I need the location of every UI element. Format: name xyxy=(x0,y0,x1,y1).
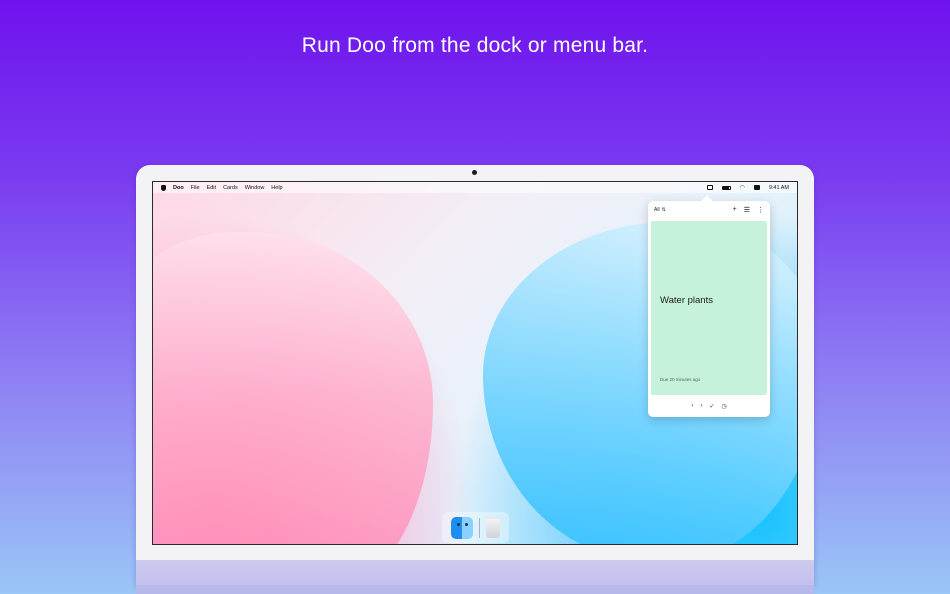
laptop-base xyxy=(136,560,814,594)
more-icon[interactable]: ⋮ xyxy=(757,206,764,214)
chevron-left-icon[interactable]: ‹ xyxy=(691,403,693,409)
trash-icon[interactable] xyxy=(484,516,502,538)
menu-bar: Doo File Edit Cards Window Help ◠ 9:41 A… xyxy=(153,182,797,193)
card-title: Water plants xyxy=(660,295,713,306)
menu-app-name[interactable]: Doo xyxy=(173,185,184,191)
battery-icon[interactable] xyxy=(721,185,731,190)
apple-icon[interactable] xyxy=(161,184,166,191)
dock-separator xyxy=(479,517,480,538)
up-down-chevron-icon: ⇅ xyxy=(661,207,666,213)
camera-icon xyxy=(472,170,477,175)
chevron-right-icon[interactable]: › xyxy=(700,403,702,409)
list-icon[interactable]: ☰ xyxy=(744,206,750,214)
popover-header: All ⇅ + ☰ ⋮ xyxy=(648,201,770,219)
menu-item-edit[interactable]: Edit xyxy=(207,185,216,191)
wallpaper-shape-pink xyxy=(153,232,433,544)
menu-item-cards[interactable]: Cards xyxy=(223,185,238,191)
popover-footer: ‹ › ✓ ◷ xyxy=(648,399,770,413)
doo-popover: All ⇅ + ☰ ⋮ Water plants Due 20 minutes … xyxy=(648,201,770,417)
filter-select[interactable]: All ⇅ xyxy=(654,207,666,213)
task-card[interactable]: Water plants Due 20 minutes ago xyxy=(651,221,767,395)
filter-label: All xyxy=(654,207,660,213)
menu-item-file[interactable]: File xyxy=(191,185,200,191)
finder-icon[interactable] xyxy=(451,516,473,539)
dock xyxy=(442,512,509,543)
wifi-icon[interactable]: ◠ xyxy=(740,185,745,191)
headline: Run Doo from the dock or menu bar. xyxy=(301,34,649,57)
card-due: Due 20 minutes ago xyxy=(660,377,701,382)
plus-icon[interactable]: + xyxy=(733,206,737,214)
desktop-screen: Doo File Edit Cards Window Help ◠ 9:41 A… xyxy=(152,181,798,545)
control-center-icon[interactable] xyxy=(753,185,760,190)
menu-item-window[interactable]: Window xyxy=(245,185,265,191)
checkmark-icon[interactable]: ✓ xyxy=(709,403,714,410)
menu-clock[interactable]: 9:41 AM xyxy=(769,185,789,191)
snooze-icon[interactable]: ◷ xyxy=(721,403,726,410)
menu-item-help[interactable]: Help xyxy=(271,185,282,191)
doo-menu-icon[interactable] xyxy=(706,185,713,190)
